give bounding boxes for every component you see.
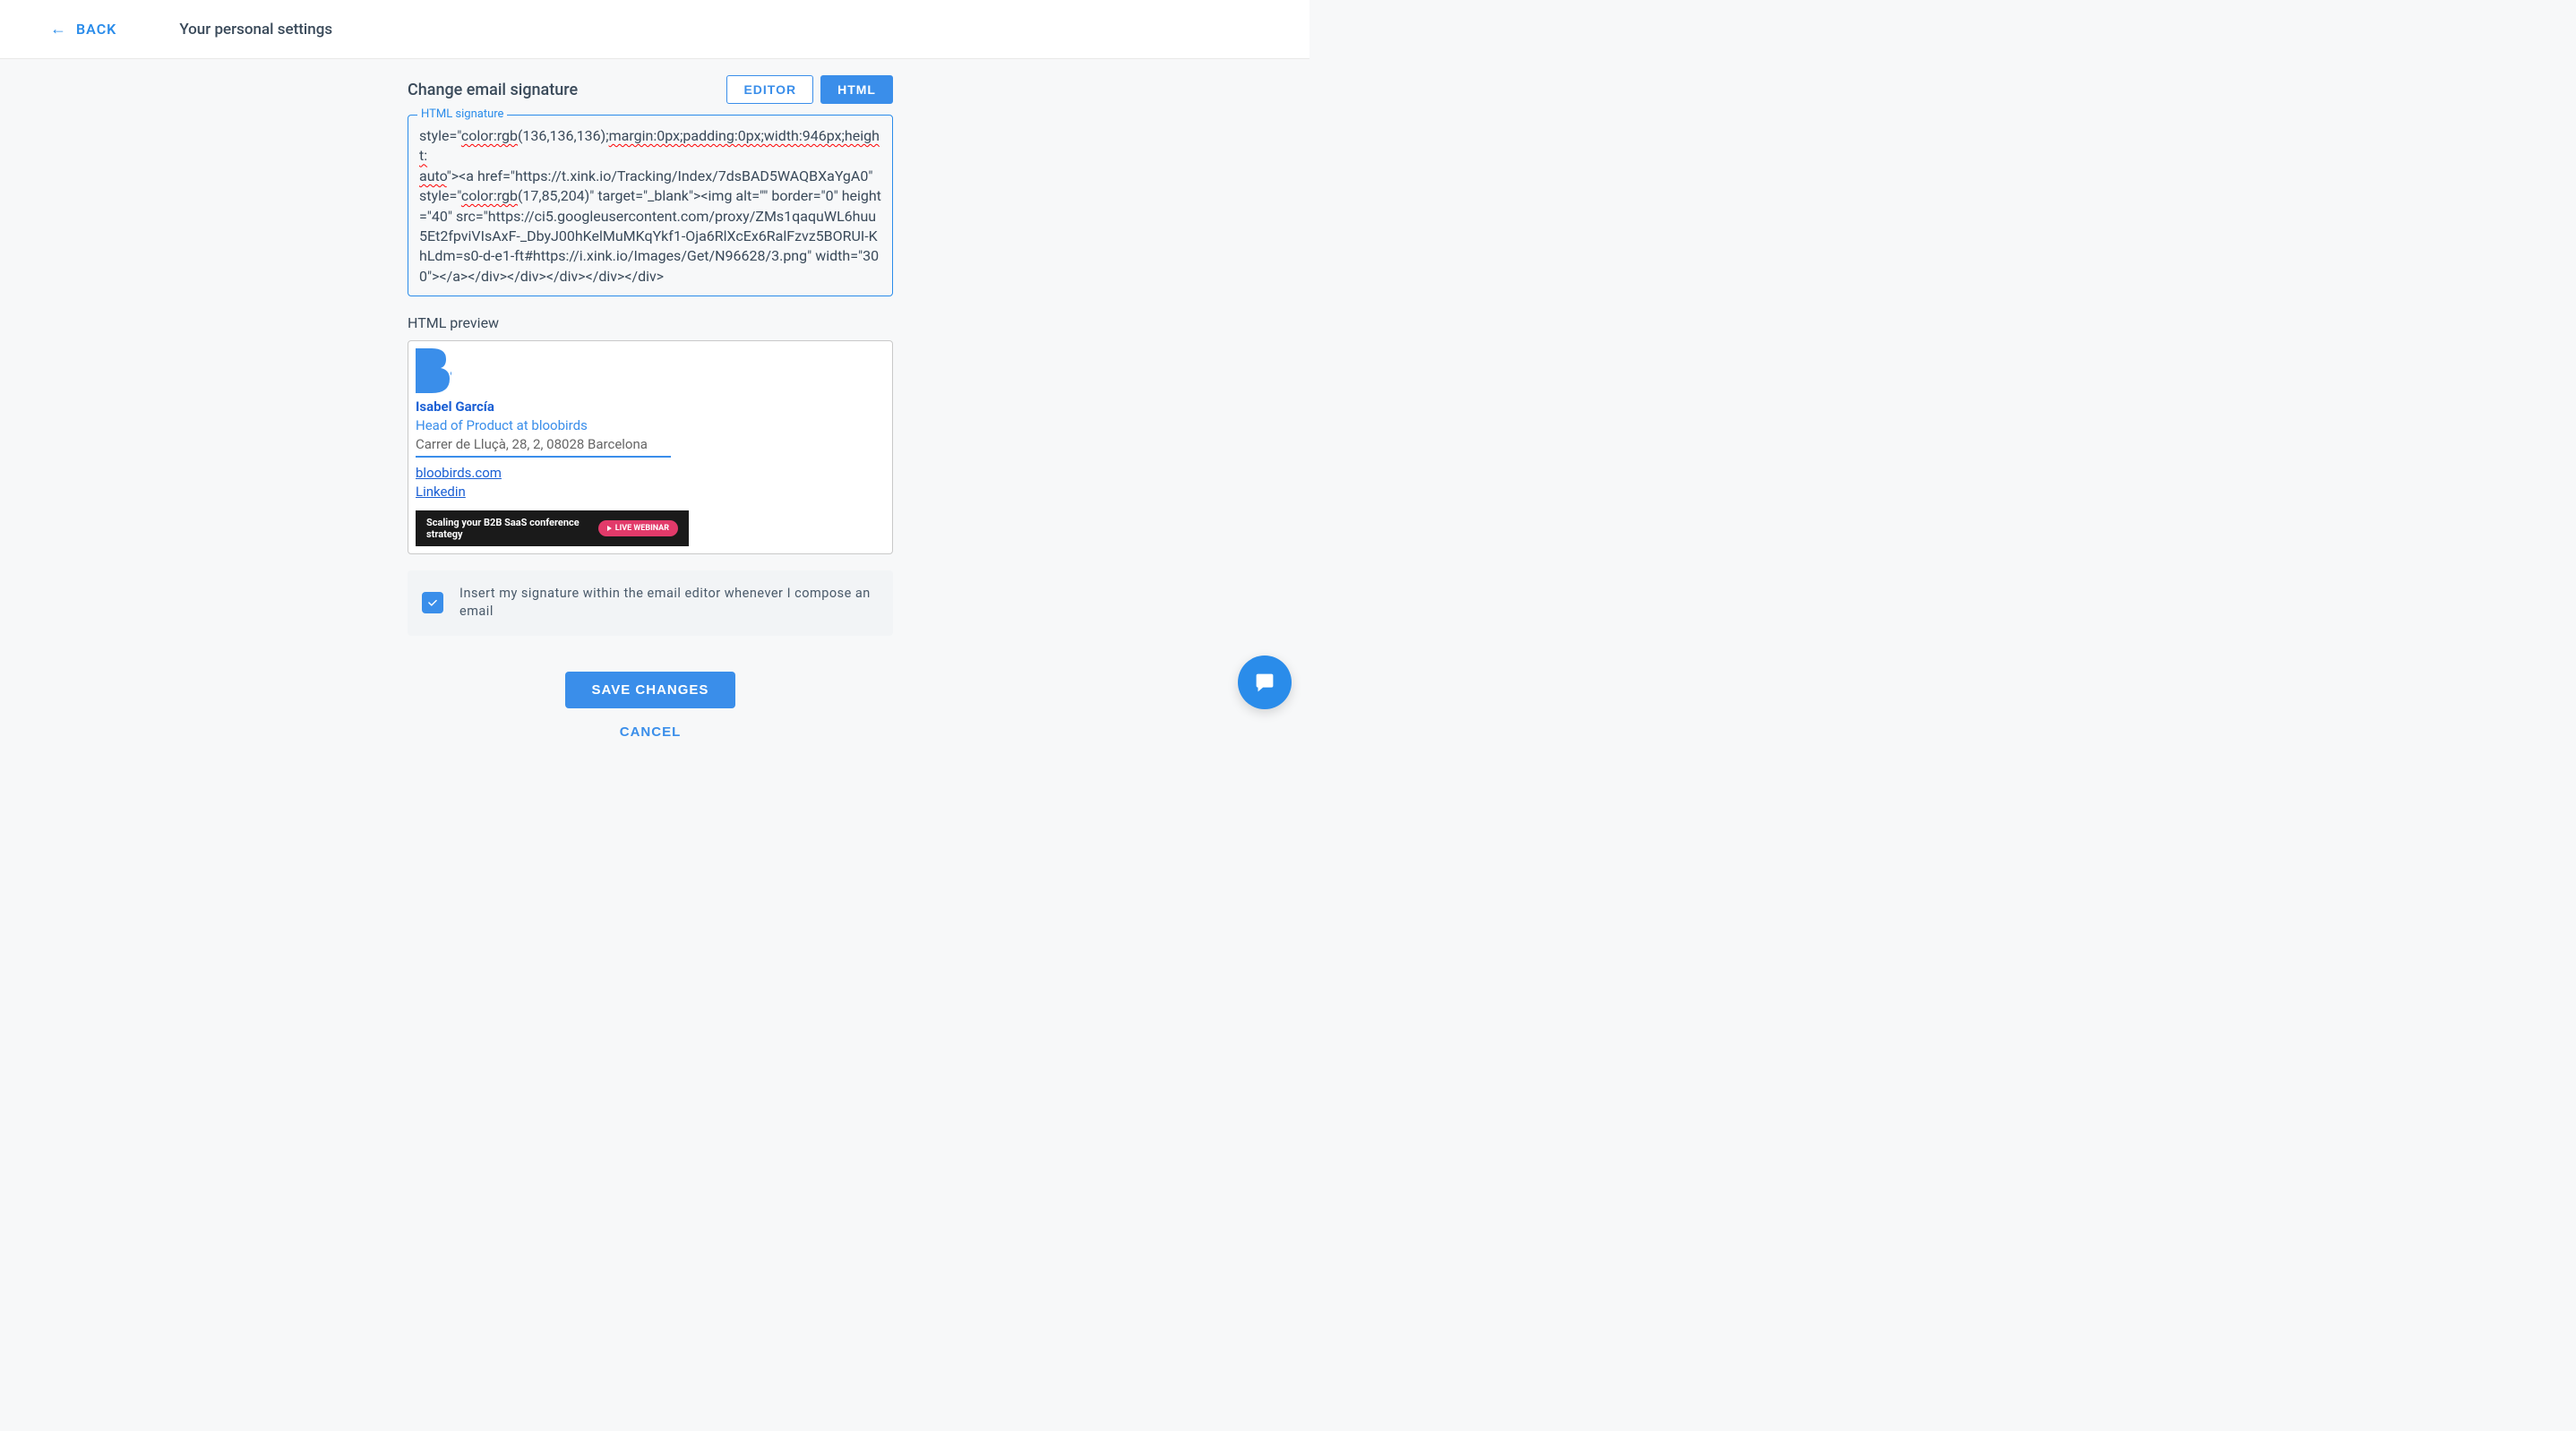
header: ← BACK Your personal settings bbox=[0, 0, 1309, 59]
page-title: Your personal settings bbox=[179, 21, 332, 39]
banner-badge: LIVE WEBINAR bbox=[598, 520, 678, 536]
signature-mode-tabs: EDITOR HTML bbox=[726, 75, 893, 104]
auto-insert-row: Insert my signature within the email edi… bbox=[408, 570, 893, 636]
play-icon bbox=[607, 526, 612, 531]
arrow-left-icon: ← bbox=[50, 20, 67, 39]
tab-editor[interactable]: EDITOR bbox=[726, 75, 813, 104]
back-label: BACK bbox=[76, 21, 116, 38]
auto-insert-checkbox[interactable] bbox=[422, 592, 443, 613]
back-button[interactable]: ← BACK bbox=[50, 20, 116, 39]
html-preview-box: Isabel García Head of Product at bloobir… bbox=[408, 340, 893, 554]
action-buttons: SAVE CHANGES CANCEL bbox=[408, 672, 893, 740]
tab-html[interactable]: HTML bbox=[820, 75, 893, 104]
chat-fab[interactable] bbox=[1238, 656, 1292, 709]
html-signature-field[interactable]: HTML signature style="color:rgb(136,136,… bbox=[408, 115, 893, 296]
bloobirds-logo-icon bbox=[416, 348, 451, 393]
section-header: Change email signature EDITOR HTML bbox=[408, 75, 893, 104]
preview-label: HTML preview bbox=[408, 314, 893, 331]
chat-icon bbox=[1251, 669, 1278, 696]
save-button[interactable]: SAVE CHANGES bbox=[565, 672, 736, 708]
signature-website-link[interactable]: bloobirds.com bbox=[416, 465, 502, 481]
signature-linkedin-link[interactable]: Linkedin bbox=[416, 484, 466, 500]
signature-name: Isabel García bbox=[416, 398, 885, 415]
signature-banner[interactable]: Scaling your B2B SaaS conference strateg… bbox=[416, 510, 689, 546]
html-signature-legend: HTML signature bbox=[417, 107, 507, 121]
signature-address: Carrer de Lluçà, 28, 2, 08028 Barcelona bbox=[416, 436, 885, 452]
cancel-button[interactable]: CANCEL bbox=[620, 724, 682, 740]
html-signature-content[interactable]: style="color:rgb(136,136,136);margin:0px… bbox=[419, 126, 881, 287]
section-title: Change email signature bbox=[408, 81, 578, 99]
signature-role: Head of Product at bloobirds bbox=[416, 417, 885, 433]
auto-insert-label: Insert my signature within the email edi… bbox=[459, 585, 879, 621]
banner-text: Scaling your B2B SaaS conference strateg… bbox=[426, 517, 582, 540]
check-icon bbox=[426, 596, 439, 609]
main-content: Change email signature EDITOR HTML HTML … bbox=[408, 59, 893, 740]
